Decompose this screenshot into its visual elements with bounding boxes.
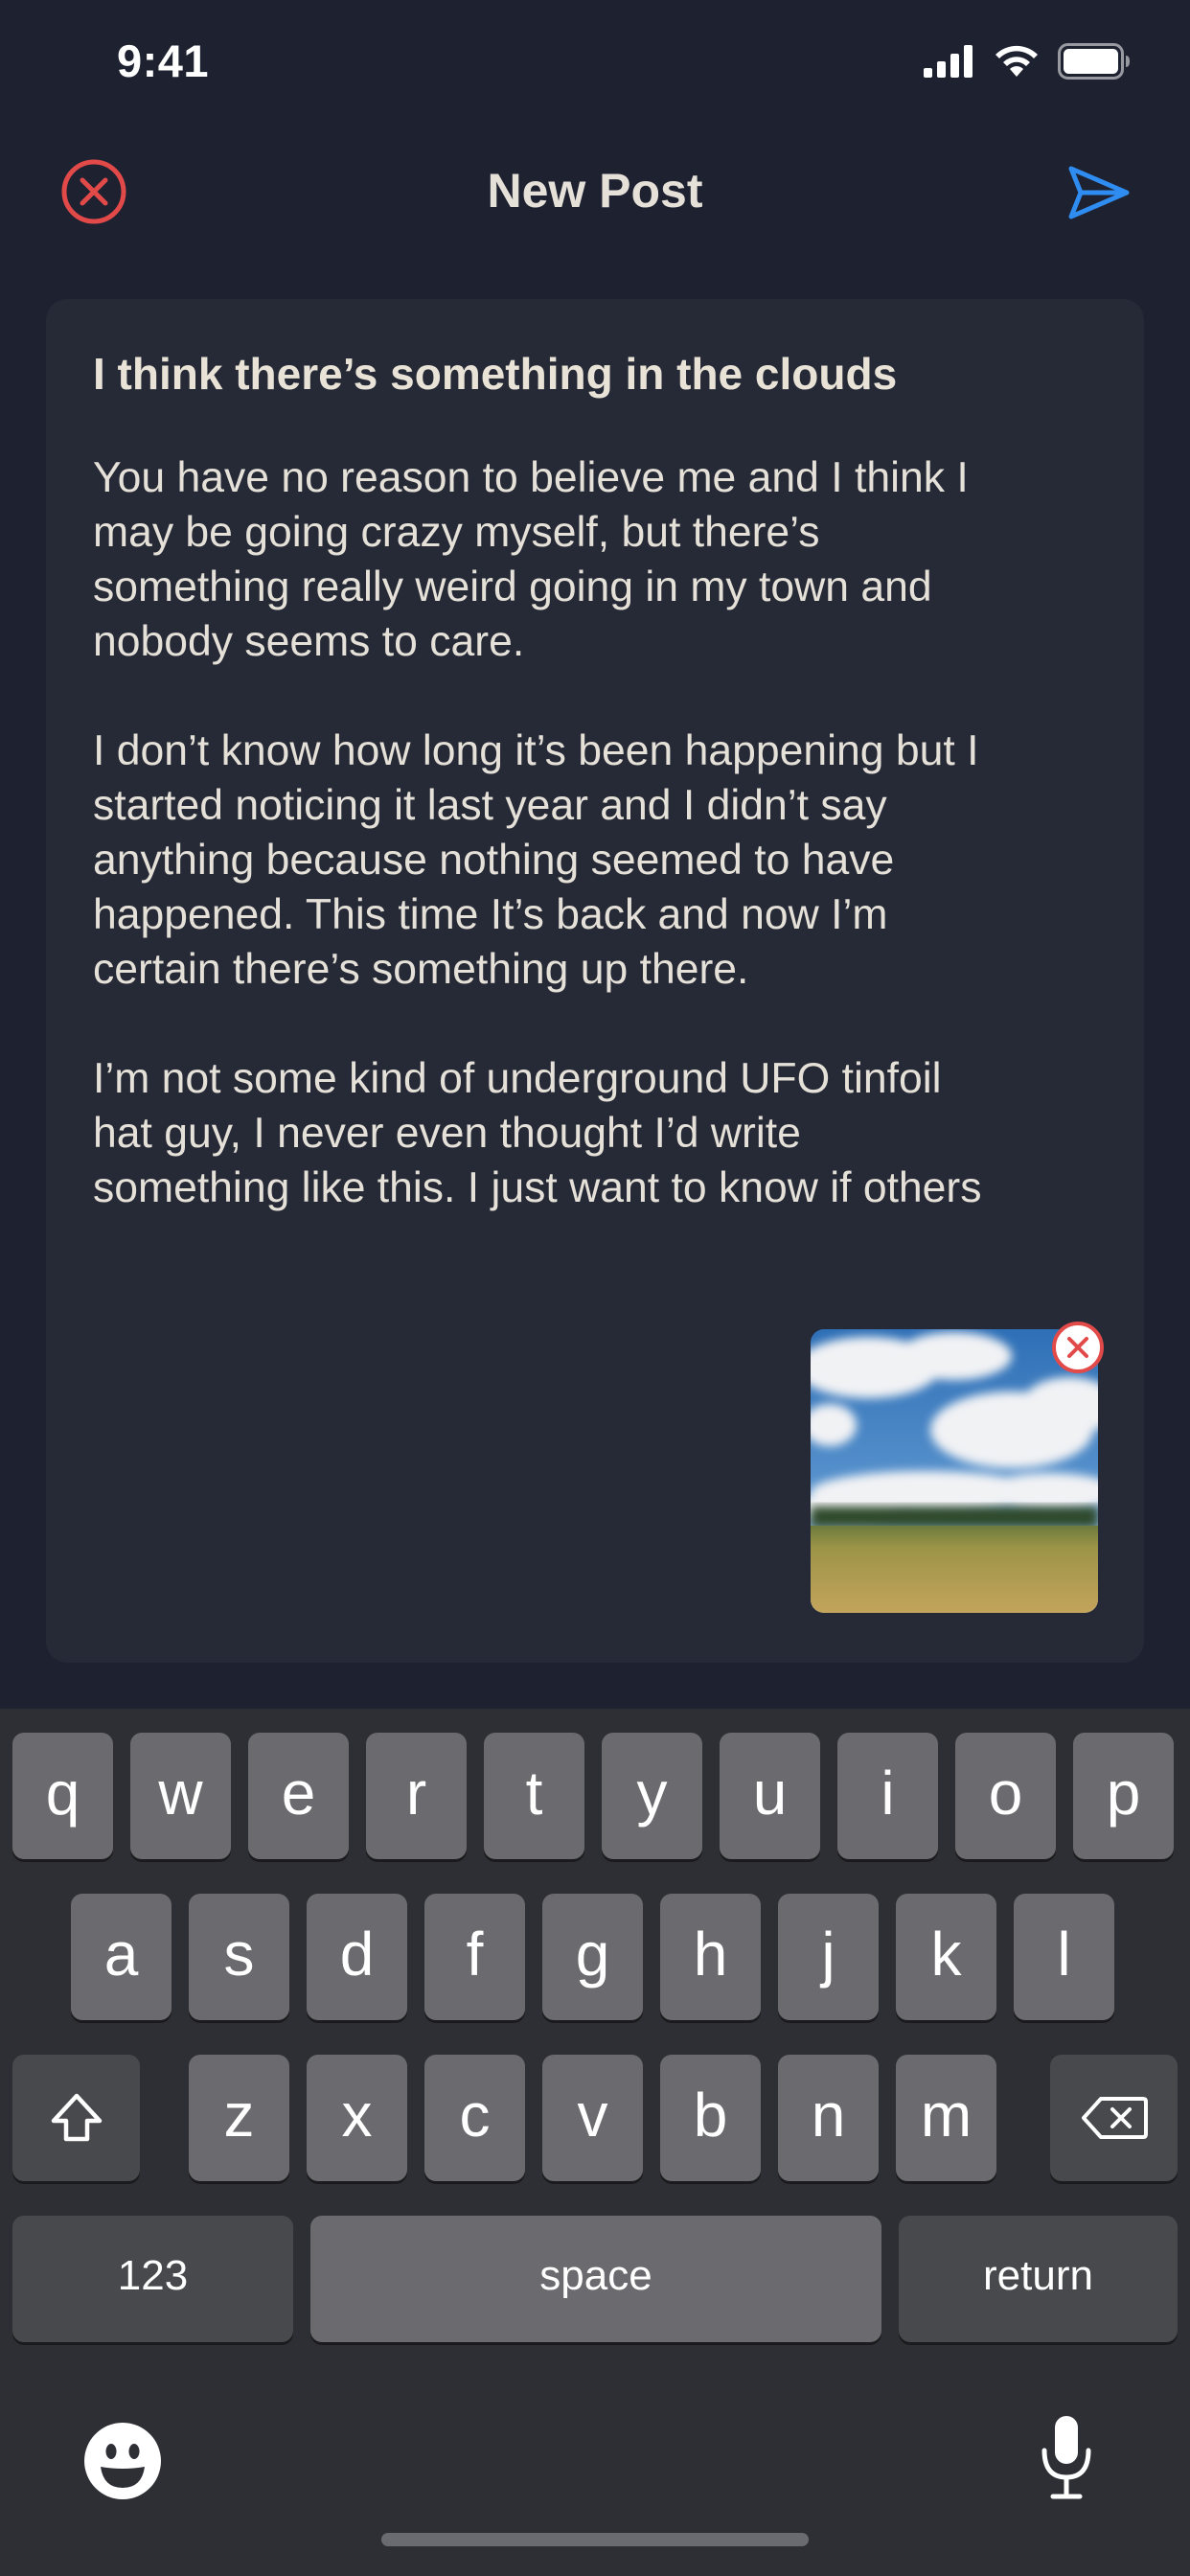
key-label: g bbox=[575, 1920, 610, 1989]
key-label: o bbox=[988, 1759, 1023, 1828]
key-label: b bbox=[693, 2081, 728, 2150]
key-label: x bbox=[341, 2081, 373, 2150]
status-bar: 9:41 bbox=[0, 0, 1190, 134]
key-label: d bbox=[339, 1920, 375, 1989]
post-paragraph: I’m not some kind of underground UFO tin… bbox=[93, 1055, 982, 1211]
send-button[interactable] bbox=[1065, 159, 1133, 226]
key-label: f bbox=[466, 1920, 484, 1989]
key-c[interactable]: c bbox=[424, 2055, 525, 2181]
space-key[interactable]: space bbox=[310, 2216, 881, 2342]
dictation-button[interactable] bbox=[1040, 2414, 1093, 2502]
battery-icon bbox=[1058, 42, 1131, 84]
numbers-key[interactable]: 123 bbox=[12, 2216, 293, 2342]
key-label: e bbox=[281, 1759, 316, 1828]
key-o[interactable]: o bbox=[955, 1733, 1056, 1859]
key-u[interactable]: u bbox=[720, 1733, 820, 1859]
signal-icon bbox=[924, 44, 975, 82]
post-title-field[interactable]: I think there’s something in the clouds bbox=[93, 347, 1099, 401]
post-paragraph: You have no reason to believe me and I t… bbox=[93, 454, 969, 665]
key-s[interactable]: s bbox=[189, 1894, 289, 2020]
key-l[interactable]: l bbox=[1014, 1894, 1114, 2020]
key-v[interactable]: v bbox=[542, 2055, 643, 2181]
key-label: 123 bbox=[117, 2252, 189, 2299]
key-x[interactable]: x bbox=[307, 2055, 407, 2181]
key-d[interactable]: d bbox=[307, 1894, 407, 2020]
home-indicator[interactable] bbox=[381, 2533, 809, 2546]
key-label: t bbox=[525, 1759, 543, 1828]
key-a[interactable]: a bbox=[71, 1894, 172, 2020]
key-label: space bbox=[539, 2252, 652, 2299]
key-label: y bbox=[636, 1759, 668, 1828]
key-t[interactable]: t bbox=[484, 1733, 584, 1859]
key-k[interactable]: k bbox=[896, 1894, 996, 2020]
key-b[interactable]: b bbox=[660, 2055, 761, 2181]
key-z[interactable]: z bbox=[189, 2055, 289, 2181]
shift-icon bbox=[51, 2093, 102, 2142]
key-label: w bbox=[158, 1759, 203, 1828]
key-label: return bbox=[983, 2252, 1093, 2299]
key-q[interactable]: q bbox=[12, 1733, 113, 1859]
backspace-icon bbox=[1081, 2097, 1148, 2139]
remove-attachment-button[interactable] bbox=[1051, 1321, 1105, 1374]
key-label: q bbox=[45, 1759, 80, 1828]
post-paragraph: I don’t know how long it’s been happenin… bbox=[93, 727, 979, 993]
emoji-icon bbox=[84, 2423, 161, 2499]
key-label: z bbox=[223, 2081, 255, 2150]
post-composer[interactable]: I think there’s something in the clouds … bbox=[46, 299, 1144, 1663]
key-i[interactable]: i bbox=[837, 1733, 938, 1859]
keyboard: q w e r t y u i o p a s d f g h j k l z … bbox=[0, 1709, 1190, 2576]
send-icon bbox=[1068, 166, 1130, 219]
key-label: u bbox=[752, 1759, 788, 1828]
post-body-field[interactable]: You have no reason to believe me and I t… bbox=[93, 450, 1109, 1215]
key-y[interactable]: y bbox=[602, 1733, 702, 1859]
delete-key[interactable] bbox=[1050, 2055, 1178, 2181]
key-label: s bbox=[223, 1920, 255, 1989]
wifi-icon bbox=[993, 44, 1041, 83]
key-label: v bbox=[577, 2081, 608, 2150]
key-h[interactable]: h bbox=[660, 1894, 761, 2020]
key-label: r bbox=[405, 1759, 427, 1828]
status-icons bbox=[924, 42, 1131, 84]
key-p[interactable]: p bbox=[1073, 1733, 1174, 1859]
key-label: m bbox=[920, 2081, 973, 2150]
status-time: 9:41 bbox=[117, 35, 210, 86]
key-label: h bbox=[693, 1920, 728, 1989]
return-key[interactable]: return bbox=[899, 2216, 1178, 2342]
page-title: New Post bbox=[487, 164, 703, 218]
key-label: c bbox=[459, 2081, 491, 2150]
key-m[interactable]: m bbox=[896, 2055, 996, 2181]
key-f[interactable]: f bbox=[424, 1894, 525, 2020]
key-n[interactable]: n bbox=[778, 2055, 879, 2181]
key-label: j bbox=[821, 1920, 835, 1989]
key-label: k bbox=[930, 1920, 962, 1989]
key-r[interactable]: r bbox=[366, 1733, 467, 1859]
shift-key[interactable] bbox=[12, 2055, 140, 2181]
key-w[interactable]: w bbox=[130, 1733, 231, 1859]
key-label: l bbox=[1057, 1920, 1071, 1989]
key-label: a bbox=[103, 1920, 139, 1989]
key-e[interactable]: e bbox=[248, 1733, 349, 1859]
emoji-button[interactable] bbox=[82, 2421, 163, 2501]
key-label: p bbox=[1106, 1759, 1141, 1828]
microphone-icon bbox=[1041, 2416, 1091, 2499]
key-g[interactable]: g bbox=[542, 1894, 643, 2020]
key-label: i bbox=[881, 1759, 895, 1828]
remove-circle-icon bbox=[1052, 1322, 1104, 1373]
key-j[interactable]: j bbox=[778, 1894, 879, 2020]
key-label: n bbox=[811, 2081, 846, 2150]
header: New Post bbox=[0, 134, 1190, 249]
